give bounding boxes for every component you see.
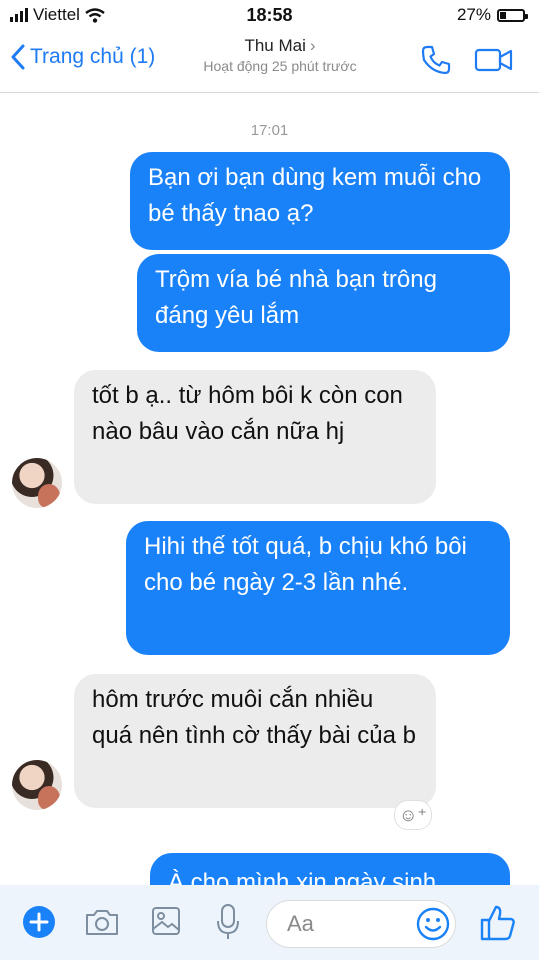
composer-bar [0, 885, 539, 960]
battery-icon [497, 8, 528, 22]
image-icon[interactable] [150, 905, 182, 937]
phone-icon[interactable] [420, 44, 452, 76]
back-button[interactable]: Trang chủ (1) [10, 44, 155, 70]
chat-header: Trang chủ (1) Thu Mai › Hoạt động 25 phút… [0, 30, 539, 93]
message-bubble-outgoing[interactable]: Hihi thế tốt quá, b chịu khó bôi cho bé … [126, 521, 510, 655]
avatar[interactable] [12, 760, 62, 810]
add-reaction-button[interactable]: ☺⁺ [394, 800, 432, 830]
active-status: Hoạt động 25 phút trước [203, 58, 357, 74]
battery-area: 27% [456, 5, 528, 25]
contact-name: Thu Mai [244, 36, 306, 55]
plus-icon[interactable] [22, 905, 56, 939]
status-bar: Viettel 18:58 27% [0, 0, 539, 30]
message-bubble-outgoing[interactable]: Trộm vía bé nhà bạn trông đáng yêu lắm [137, 254, 510, 352]
emoji-plus-icon: ☺⁺ [399, 805, 427, 825]
camera-icon[interactable] [84, 907, 120, 937]
thumbs-up-icon[interactable] [478, 903, 518, 943]
message-bubble-incoming[interactable]: hôm trước muôi cắn nhiều quá nên tình cờ… [74, 674, 436, 808]
message-bubble-outgoing[interactable]: Bạn ơi bạn dùng kem muỗi cho bé thấy tna… [130, 152, 510, 250]
back-label: Trang chủ (1) [30, 45, 156, 68]
timestamp: 17:01 [250, 122, 289, 139]
emoji-icon[interactable] [416, 907, 450, 941]
chevron-left-icon [11, 44, 25, 70]
video-icon[interactable] [474, 46, 514, 74]
message-bubble-incoming[interactable]: tốt b ạ.. từ hôm bôi k còn con nào bâu v… [74, 370, 436, 504]
avatar[interactable] [12, 458, 62, 508]
microphone-icon[interactable] [215, 903, 241, 941]
battery-percent: 27% [456, 5, 491, 24]
contact-info[interactable]: Thu Mai › Hoạt động 25 phút trước [180, 36, 380, 74]
chevron-right-icon: › [309, 36, 316, 55]
